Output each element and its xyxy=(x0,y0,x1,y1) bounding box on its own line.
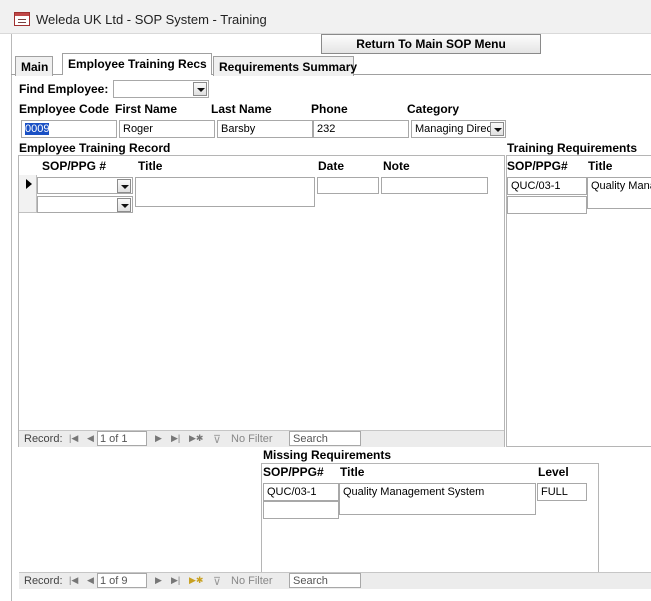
main-search-input[interactable]: Search xyxy=(289,573,361,588)
form-window-icon xyxy=(14,12,30,26)
filter-icon: ⊽ xyxy=(213,434,222,446)
training-sop-new-dropdown-icon[interactable] xyxy=(117,198,131,212)
requirements-sop-header: SOP/PPG# xyxy=(507,159,568,173)
requirements-title-cell[interactable]: Quality Mana xyxy=(587,177,651,209)
tab-employee-training-recs[interactable]: Employee Training Recs xyxy=(62,53,212,75)
main-record-label: Record: xyxy=(24,575,63,587)
main-previous-record-icon[interactable]: ◀ xyxy=(87,575,94,586)
main-filter-icon: ⊽ xyxy=(213,576,222,588)
first-name-label: First Name xyxy=(115,102,178,116)
training-date-field[interactable] xyxy=(317,177,379,194)
last-name-field[interactable]: Barsby xyxy=(217,120,313,138)
main-first-record-icon[interactable]: |◀ xyxy=(69,575,78,586)
training-record-position[interactable]: 1 of 1 xyxy=(97,431,147,446)
employee-code-label: Employee Code xyxy=(19,102,110,116)
training-record-sop-header: SOP/PPG # xyxy=(42,159,107,173)
window-title-bar: Weleda UK Ltd - SOP System - Training xyxy=(0,0,651,34)
next-record-icon[interactable]: ▶ xyxy=(155,433,162,444)
record-selector[interactable] xyxy=(19,175,37,213)
category-label: Category xyxy=(407,102,460,116)
missing-sop-header: SOP/PPG# xyxy=(263,465,324,479)
last-name-label: Last Name xyxy=(211,102,272,116)
training-record-note-header: Note xyxy=(383,159,410,173)
employee-code-value: 0009 xyxy=(25,123,50,135)
find-employee-dropdown-icon[interactable] xyxy=(193,82,207,96)
main-new-record-icon[interactable]: ▶✱ xyxy=(189,575,203,586)
requirements-sop-new-cell[interactable] xyxy=(507,196,587,214)
missing-sop-cell[interactable]: QUC/03-1 xyxy=(263,483,339,501)
missing-title-header: Title xyxy=(340,465,365,479)
training-record-label: Record: xyxy=(24,433,63,445)
find-employee-label: Find Employee: xyxy=(19,82,109,96)
main-next-record-icon[interactable]: ▶ xyxy=(155,575,162,586)
main-last-record-icon[interactable]: ▶| xyxy=(171,575,180,586)
previous-record-icon[interactable]: ◀ xyxy=(87,433,94,444)
phone-field[interactable]: 232 xyxy=(313,120,409,138)
requirements-title-header: Title xyxy=(588,159,613,173)
category-dropdown-icon[interactable] xyxy=(490,122,504,136)
missing-level-cell[interactable]: FULL xyxy=(537,483,587,501)
window-title: Weleda UK Ltd - SOP System - Training xyxy=(36,12,267,27)
new-record-icon[interactable]: ▶✱ xyxy=(189,433,203,444)
training-sop-dropdown-icon[interactable] xyxy=(117,179,131,193)
training-record-title: Employee Training Record xyxy=(19,141,171,155)
tab-main[interactable]: Main xyxy=(15,56,53,76)
requirements-sop-cell[interactable]: QUC/03-1 xyxy=(507,177,587,195)
training-record-date-header: Date xyxy=(318,159,345,173)
missing-title-cell[interactable]: Quality Management System xyxy=(339,483,536,515)
missing-level-header: Level xyxy=(538,465,569,479)
phone-label: Phone xyxy=(311,102,348,116)
training-title-field[interactable] xyxy=(135,177,315,207)
training-note-field[interactable] xyxy=(381,177,488,194)
missing-requirements-title: Missing Requirements xyxy=(263,448,392,462)
current-record-icon xyxy=(26,179,32,189)
main-no-filter[interactable]: No Filter xyxy=(231,575,273,587)
main-record-navigation: Record: |◀ ◀ 1 of 9 ▶ ▶| ▶✱ ⊽ No Filter … xyxy=(19,572,651,589)
tab-requirements-summary[interactable]: Requirements Summary xyxy=(213,56,357,76)
training-record-title-header: Title xyxy=(138,159,163,173)
training-requirements-title: Training Requirements xyxy=(507,141,638,155)
training-no-filter[interactable]: No Filter xyxy=(231,433,273,445)
first-record-icon[interactable]: |◀ xyxy=(69,433,78,444)
last-record-icon[interactable]: ▶| xyxy=(171,433,180,444)
return-to-main-menu-button[interactable]: Return To Main SOP Menu xyxy=(321,34,541,54)
main-record-position[interactable]: 1 of 9 xyxy=(97,573,147,588)
training-search-input[interactable]: Search xyxy=(289,431,361,446)
missing-sop-new-cell[interactable] xyxy=(263,501,339,519)
employee-code-field[interactable]: 0009 xyxy=(21,120,117,138)
training-record-navigation: Record: |◀ ◀ 1 of 1 ▶ ▶| ▶✱ ⊽ No Filter … xyxy=(19,430,504,447)
first-name-field[interactable]: Roger xyxy=(119,120,215,138)
